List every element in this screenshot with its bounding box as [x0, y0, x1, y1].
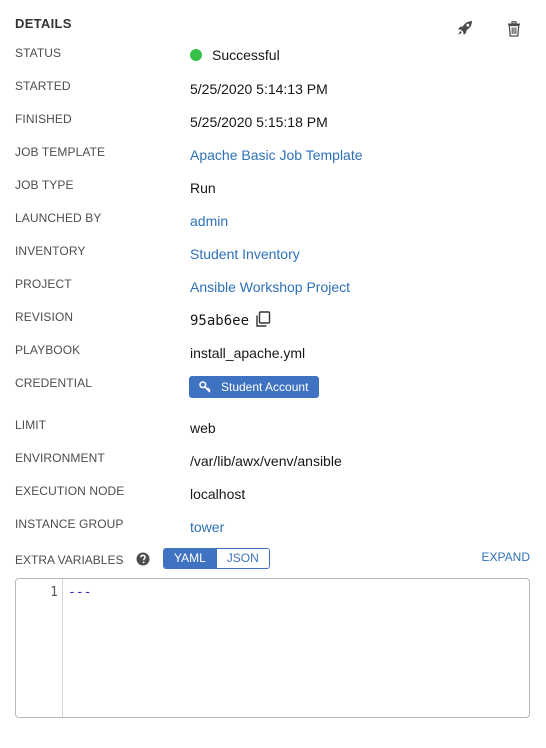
detail-value: 95ab6ee [190, 311, 271, 330]
detail-label: CREDENTIAL [15, 376, 93, 390]
question-circle-icon[interactable] [136, 552, 150, 566]
detail-revision: REVISION 95ab6ee [0, 310, 546, 334]
trash-icon [508, 21, 520, 37]
credential-chip[interactable]: Student Account [189, 376, 320, 398]
extra-variables-label: EXTRA VARIABLES [15, 553, 124, 567]
detail-value: /var/lib/awx/venv/ansible [190, 453, 342, 469]
detail-finished: FINISHED 5/25/2020 5:15:18 PM [0, 112, 546, 136]
rocket-icon [458, 21, 472, 35]
detail-value: 5/25/2020 5:14:13 PM [190, 81, 328, 97]
credential-name: Student Account [221, 380, 309, 394]
detail-label: STARTED [15, 79, 71, 93]
detail-job-template: JOB TEMPLATE Apache Basic Job Template [0, 145, 546, 169]
detail-value: localhost [190, 486, 246, 502]
detail-label: STATUS [15, 46, 62, 60]
detail-label: INSTANCE GROUP [15, 517, 124, 531]
detail-value: install_apache.yml [190, 345, 306, 361]
detail-limit: LIMIT web [0, 418, 546, 442]
code-line[interactable]: --- [68, 585, 91, 600]
detail-inventory: INVENTORY Student Inventory [0, 244, 546, 268]
delete-button[interactable] [503, 18, 525, 40]
detail-started: STARTED 5/25/2020 5:14:13 PM [0, 79, 546, 103]
job-template-link[interactable]: Apache Basic Job Template [190, 146, 363, 164]
job-details-panel: DETAILS STATUS Successful STARTED 5/25/2… [0, 0, 546, 748]
line-number: 1 [50, 585, 58, 600]
detail-value: Successful [190, 46, 280, 64]
status-text: Successful [212, 47, 280, 63]
copy-icon[interactable] [255, 311, 271, 328]
detail-label: LIMIT [15, 418, 47, 432]
detail-status: STATUS Successful [0, 46, 546, 70]
panel-title: DETAILS [15, 16, 72, 31]
detail-instance-group: INSTANCE GROUP tower [0, 517, 546, 541]
relaunch-button[interactable] [454, 17, 476, 39]
detail-label: JOB TYPE [15, 178, 74, 192]
detail-credential: CREDENTIAL Student Account [0, 376, 546, 400]
project-link[interactable]: Ansible Workshop Project [190, 278, 350, 296]
detail-playbook: PLAYBOOK install_apache.yml [0, 343, 546, 367]
instance-group-link[interactable]: tower [190, 518, 224, 536]
detail-label: EXECUTION NODE [15, 484, 125, 498]
detail-value: 5/25/2020 5:15:18 PM [190, 114, 328, 130]
extra-variables-editor[interactable]: 1 --- [15, 578, 530, 718]
json-toggle-button[interactable]: JSON [215, 549, 269, 568]
detail-label: ENVIRONMENT [15, 451, 105, 465]
detail-label: PLAYBOOK [15, 343, 81, 357]
detail-label: LAUNCHED BY [15, 211, 102, 225]
detail-launched-by: LAUNCHED BY admin [0, 211, 546, 235]
yaml-json-toggle: YAML JSON [163, 548, 270, 569]
editor-gutter: 1 [16, 579, 63, 717]
detail-execution-node: EXECUTION NODE localhost [0, 484, 546, 508]
detail-label: FINISHED [15, 112, 72, 126]
detail-label: JOB TEMPLATE [15, 145, 106, 159]
status-success-icon [190, 49, 202, 61]
detail-label: PROJECT [15, 277, 72, 291]
expand-button[interactable]: EXPAND [482, 550, 530, 564]
detail-project: PROJECT Ansible Workshop Project [0, 277, 546, 301]
key-icon [199, 381, 211, 393]
detail-job-type: JOB TYPE Run [0, 178, 546, 202]
revision-hash: 95ab6ee [190, 313, 250, 329]
detail-value: Run [190, 180, 216, 196]
yaml-toggle-button[interactable]: YAML [164, 549, 216, 568]
detail-label: INVENTORY [15, 244, 86, 258]
inventory-link[interactable]: Student Inventory [190, 245, 300, 263]
detail-value: web [190, 420, 216, 436]
detail-label: REVISION [15, 310, 74, 324]
launched-by-link[interactable]: admin [190, 212, 228, 230]
detail-environment: ENVIRONMENT /var/lib/awx/venv/ansible [0, 451, 546, 475]
